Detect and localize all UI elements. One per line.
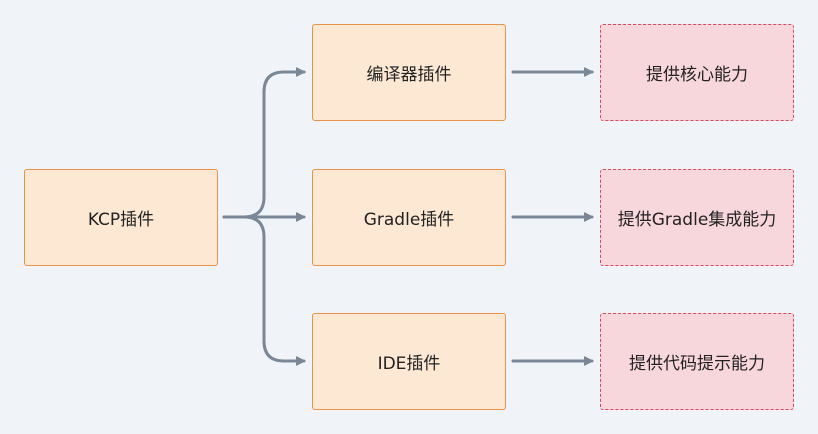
core-ability-label: 提供核心能力 (646, 65, 748, 85)
ide-plugin-node: IDE插件 (312, 313, 506, 410)
core-ability-node: 提供核心能力 (600, 24, 794, 121)
compiler-plugin-label: 编译器插件 (366, 65, 452, 85)
gradle-ability-node: 提供Gradle集成能力 (600, 169, 794, 266)
ide-ability-label: 提供代码提示能力 (629, 354, 765, 374)
kcp-plugin-label: KCP插件 (87, 210, 155, 230)
ide-ability-node: 提供代码提示能力 (600, 313, 794, 410)
compiler-plugin-node: 编译器插件 (312, 24, 506, 121)
gradle-ability-label: 提供Gradle集成能力 (617, 210, 777, 230)
connector-root-to-compiler-plugin (222, 67, 306, 219)
connector-root-to-ide-plugin (222, 215, 306, 366)
ide-plugin-label: IDE插件 (377, 354, 441, 374)
gradle-plugin-node: Gradle插件 (312, 169, 506, 266)
gradle-plugin-label: Gradle插件 (363, 210, 455, 230)
kcp-plugin-node: KCP插件 (24, 169, 218, 266)
